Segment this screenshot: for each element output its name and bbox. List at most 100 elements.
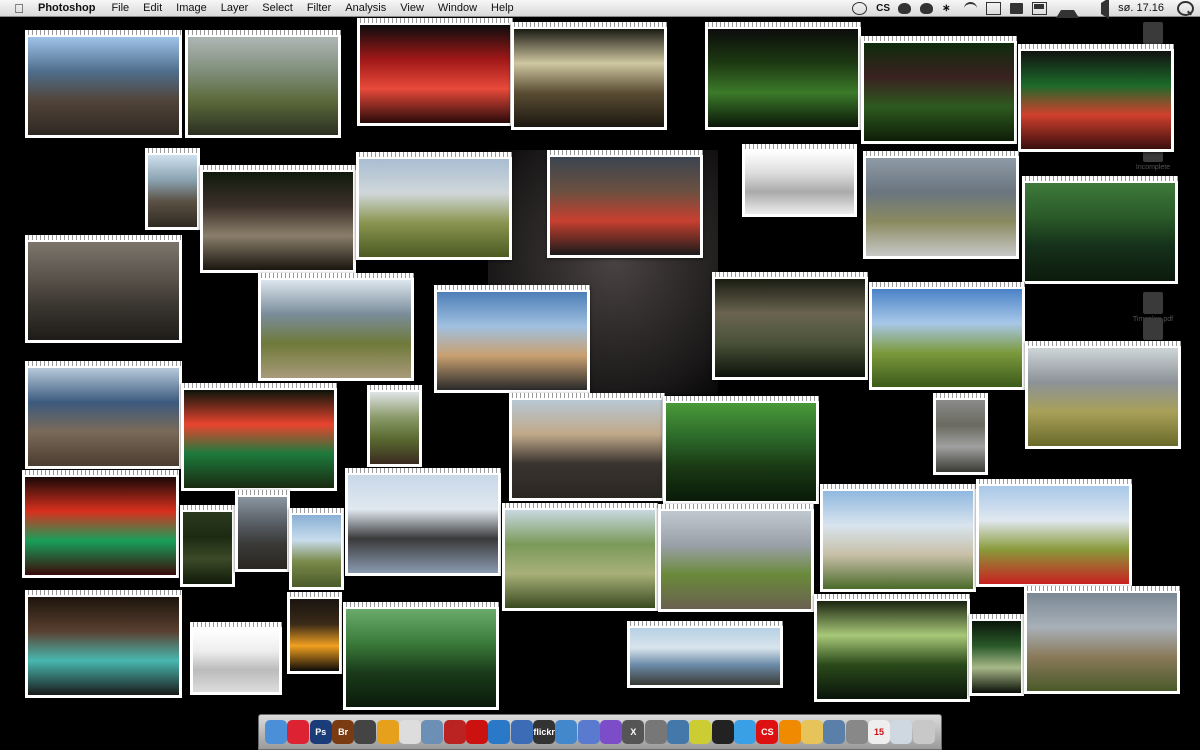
finder-thumbnails-window[interactable] [742, 144, 857, 217]
window-title-bar[interactable] [185, 30, 341, 35]
window-title-bar[interactable] [258, 273, 414, 278]
ical-icon[interactable]: 15 [868, 720, 891, 744]
automator-icon[interactable] [644, 720, 667, 744]
window-title-bar[interactable] [345, 468, 501, 473]
green-butterfly-flowers-photo[interactable] [181, 383, 337, 491]
menu-view[interactable]: View [400, 2, 424, 14]
paw-icon[interactable] [920, 2, 934, 14]
notes-icon[interactable] [600, 720, 623, 744]
window-title-bar[interactable] [235, 490, 290, 495]
young-photographer-photo[interactable] [434, 285, 590, 393]
documents-folder-icon[interactable] [890, 720, 913, 744]
window-title-bar[interactable] [705, 22, 861, 27]
books-icon[interactable] [577, 720, 600, 744]
menu-select[interactable]: Select [262, 2, 293, 14]
activity-icon[interactable] [689, 720, 712, 744]
eject-icon[interactable] [1056, 0, 1080, 18]
crouching-person-field-photo[interactable] [869, 282, 1025, 390]
window-title-bar[interactable] [658, 504, 814, 509]
opera-icon[interactable] [466, 720, 489, 744]
safari-icon[interactable] [488, 720, 511, 744]
menu-image[interactable]: Image [176, 2, 207, 14]
window-title-bar[interactable] [434, 285, 590, 290]
person-crouching-rocks-photo[interactable] [235, 490, 290, 572]
packager-icon[interactable] [801, 720, 824, 744]
menu-file[interactable]: File [111, 2, 129, 14]
butterfly-on-leaf-photo[interactable] [663, 396, 819, 504]
two-photographers-photo[interactable] [345, 468, 501, 576]
window-title-bar[interactable] [181, 383, 337, 388]
window-title-bar[interactable] [969, 614, 1024, 619]
butterfly-green-bg-photo[interactable] [861, 36, 1017, 144]
butterfly-closeup-photo[interactable] [547, 150, 703, 258]
wifi-icon[interactable] [964, 1, 978, 15]
app-name-menu[interactable]: Photoshop [38, 2, 95, 14]
window-title-bar[interactable] [1022, 176, 1178, 181]
glasswing-butterfly-photo[interactable] [814, 594, 970, 702]
flickr-uploader-icon[interactable]: flickr [533, 720, 556, 744]
window-title-bar[interactable] [861, 36, 1017, 41]
menu-analysis[interactable]: Analysis [345, 2, 386, 14]
moth-on-leaf-photo[interactable] [343, 602, 499, 710]
gravel-path-people-photo[interactable] [820, 484, 976, 592]
red-car-field-photo[interactable] [976, 479, 1132, 587]
fence-field-photo[interactable] [1024, 586, 1180, 694]
window-title-bar[interactable] [742, 144, 857, 149]
menu-edit[interactable]: Edit [143, 2, 162, 14]
window-title-bar[interactable] [343, 602, 499, 607]
two-people-beach-photo[interactable] [25, 361, 182, 469]
utility-icon[interactable] [443, 720, 466, 744]
moth-orange-photo[interactable] [287, 592, 342, 674]
window-title-bar[interactable] [356, 152, 512, 157]
lighthouse-sea-photo[interactable] [627, 621, 783, 688]
itunes-icon[interactable] [734, 720, 757, 744]
rocky-coast-photo[interactable] [25, 30, 182, 138]
window-title-bar[interactable] [547, 150, 703, 155]
three-walkers-photo[interactable] [658, 504, 814, 612]
cs-live-icon[interactable]: CS [876, 3, 890, 14]
window-title-bar[interactable] [25, 30, 182, 35]
field-person-photo[interactable] [356, 152, 512, 260]
display-icon[interactable] [986, 1, 1002, 15]
red-flower-emerald-butterfly-photo[interactable] [22, 470, 179, 578]
window-title-bar[interactable] [180, 505, 235, 510]
window-title-bar[interactable] [712, 272, 868, 277]
window-title-bar[interactable] [367, 385, 422, 390]
window-title-bar[interactable] [511, 22, 667, 27]
window-title-bar[interactable] [933, 393, 988, 398]
menu-clock[interactable]: sø. 17.16 [1118, 2, 1164, 14]
window-title-bar[interactable] [509, 393, 665, 398]
window-title-bar[interactable] [814, 594, 970, 599]
window-title-bar[interactable] [869, 282, 1025, 287]
trash-icon[interactable] [912, 720, 935, 744]
volume-icon[interactable] [1088, 0, 1110, 19]
photographer-grass-small-photo[interactable] [289, 508, 344, 590]
creative-suite-icon[interactable]: CS [756, 720, 779, 744]
apple-menu-icon[interactable]:  [12, 1, 26, 16]
light-trail-photo[interactable] [511, 22, 667, 130]
menu-filter[interactable]: Filter [307, 2, 331, 14]
two-people-meadow-photo[interactable] [367, 385, 422, 467]
spotlight-icon[interactable] [1177, 0, 1194, 16]
terminal-icon[interactable] [711, 720, 734, 744]
dark-moth-green-photo[interactable] [1022, 176, 1178, 284]
preview-icon[interactable] [421, 720, 444, 744]
window-title-bar[interactable] [289, 508, 344, 513]
window-title-bar[interactable] [25, 235, 182, 240]
owl-butterfly-photo[interactable] [200, 165, 356, 273]
photographer-road-photo[interactable] [863, 151, 1019, 259]
adium-icon[interactable] [510, 720, 533, 744]
keychain-lock-icon[interactable] [1010, 2, 1024, 14]
car-mirror-photo[interactable] [185, 30, 341, 138]
hiker-coast-small-photo[interactable] [145, 148, 200, 230]
transfer-icon[interactable] [555, 720, 578, 744]
window-title-bar[interactable] [663, 396, 819, 401]
tall-grass-photo[interactable] [502, 503, 658, 611]
window-title-bar[interactable] [1018, 44, 1174, 49]
window-title-bar[interactable] [1025, 341, 1181, 346]
battery-icon[interactable] [1032, 1, 1048, 15]
window-title-bar[interactable] [22, 470, 179, 475]
stick-insect-photo[interactable] [180, 505, 235, 587]
finder-icon[interactable] [265, 720, 288, 744]
rocks-closeup-photo[interactable] [25, 235, 182, 343]
